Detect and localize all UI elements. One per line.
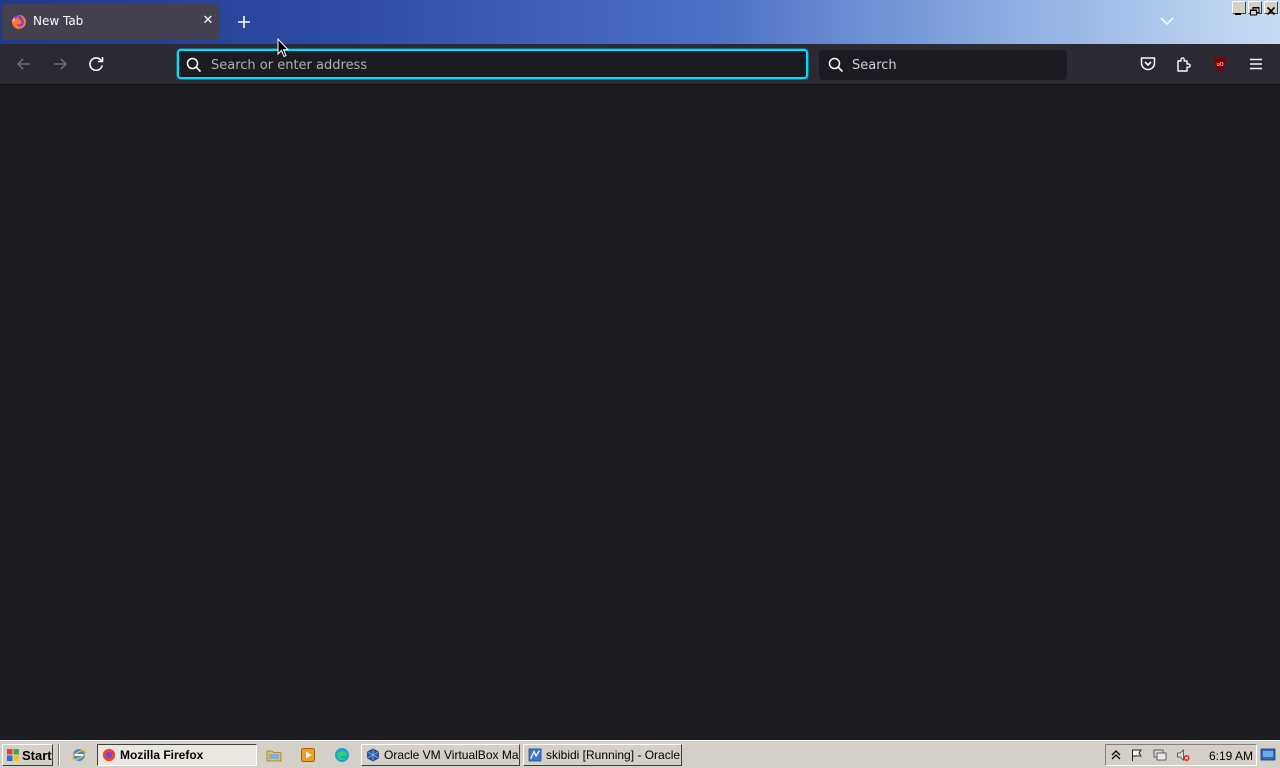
tab-title: New Tab (33, 14, 84, 28)
search-icon (186, 57, 202, 73)
search-icon (828, 57, 844, 73)
virtualbox-icon (367, 748, 379, 762)
file-explorer-icon[interactable] (266, 747, 282, 763)
forward-arrow-icon[interactable] (48, 52, 72, 76)
nav-toolbar: uO (0, 44, 1280, 85)
back-arrow-icon[interactable] (12, 52, 36, 76)
taskbar-item-label: Mozilla Firefox (120, 748, 204, 762)
close-window-icon[interactable] (1264, 1, 1278, 16)
tab-new-tab[interactable]: New Tab ✕ (2, 4, 220, 40)
restore-icon[interactable] (1248, 1, 1262, 16)
new-tab-plus-icon[interactable] (234, 12, 254, 32)
firefox-icon (102, 748, 116, 762)
system-clock[interactable]: 6:19 AM (1209, 749, 1253, 763)
extensions-puzzle-icon[interactable] (1175, 55, 1193, 73)
minimize-icon[interactable] (1232, 1, 1246, 15)
address-input[interactable] (209, 54, 793, 76)
start-button[interactable]: Start (2, 744, 53, 766)
search-bar[interactable] (819, 50, 1067, 80)
mouse-cursor-icon (277, 38, 289, 58)
taskbar-item-virtualbox-manager[interactable]: Oracle VM VirtualBox Ma... (361, 744, 520, 766)
show-hidden-icons-chevron-icon[interactable] (1109, 748, 1123, 762)
hamburger-menu-icon[interactable] (1247, 55, 1265, 73)
taskbar-item-vm-running[interactable]: skibidi [Running] - Oracle... (523, 744, 682, 766)
os-taskbar: Start Mozilla Firefox Oracle VM VirtualB… (0, 740, 1280, 768)
ublock-origin-icon[interactable]: uO (1211, 55, 1229, 73)
media-player-icon[interactable] (300, 747, 316, 763)
volume-muted-icon[interactable] (1176, 748, 1190, 762)
internet-explorer-icon[interactable] (71, 747, 87, 763)
action-center-flag-icon[interactable] (1130, 748, 1144, 762)
tab-close-icon[interactable]: ✕ (200, 13, 216, 29)
reload-icon[interactable] (84, 52, 108, 76)
firefox-icon (12, 15, 27, 29)
network-icon[interactable] (1153, 748, 1167, 762)
taskbar-item-label: skibidi [Running] - Oracle... (546, 748, 682, 762)
taskbar-separator (58, 744, 60, 766)
list-all-tabs-chevron-icon[interactable] (1158, 14, 1176, 28)
address-bar[interactable] (177, 49, 808, 79)
start-label: Start (22, 748, 52, 763)
vm-window-icon (528, 748, 542, 762)
window-controls (1232, 1, 1278, 16)
pocket-icon[interactable] (1139, 55, 1157, 73)
system-tray: 6:19 AM (1105, 744, 1257, 766)
page-content (0, 85, 1280, 740)
svg-text:uO: uO (1216, 62, 1223, 68)
tab-strip: New Tab ✕ (0, 0, 1280, 44)
show-desktop-icon[interactable] (1260, 747, 1276, 763)
search-input[interactable] (850, 54, 1054, 76)
windows-logo-icon (7, 749, 19, 761)
edge-browser-icon[interactable] (334, 747, 350, 763)
taskbar-item-label: Oracle VM VirtualBox Ma... (384, 748, 520, 762)
taskbar-item-firefox[interactable]: Mozilla Firefox (97, 744, 257, 766)
